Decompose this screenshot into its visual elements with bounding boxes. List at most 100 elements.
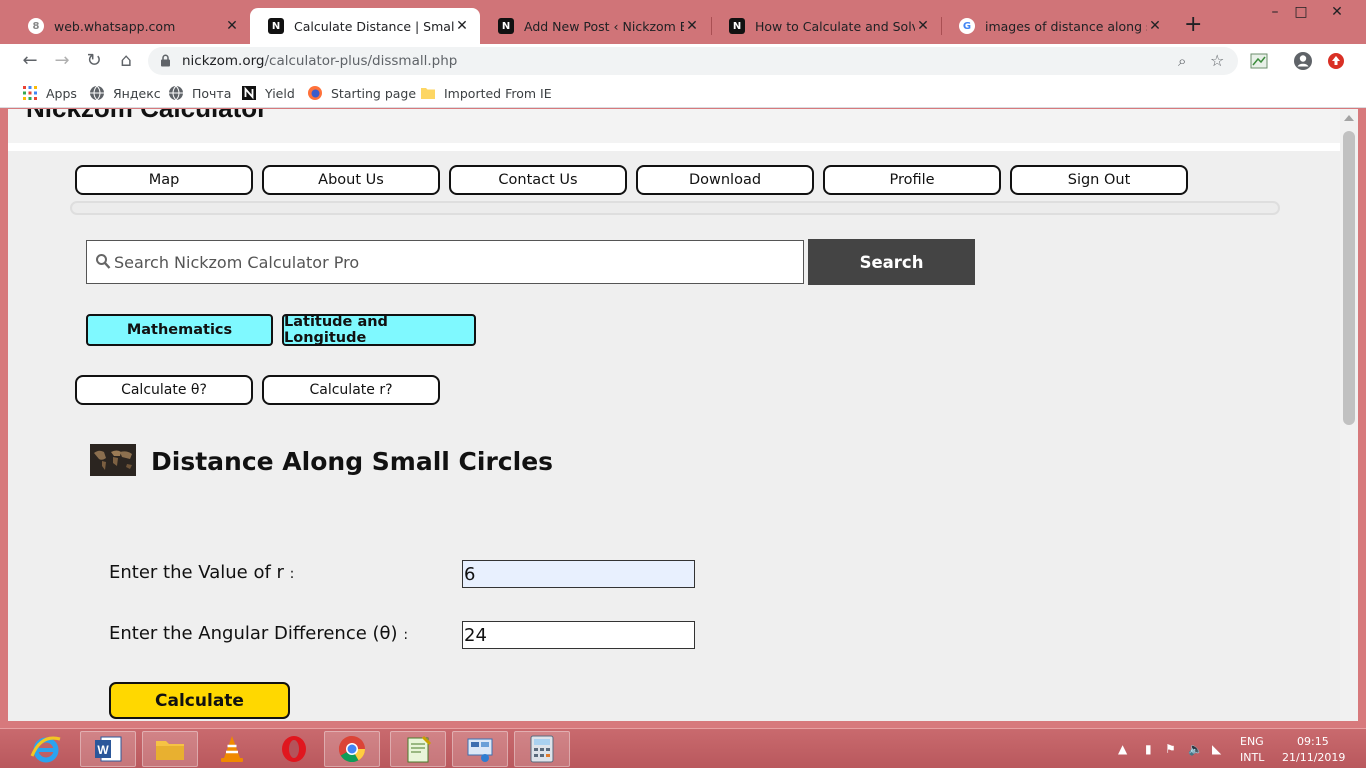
page-title: Distance Along Small Circles	[151, 447, 554, 476]
tab-title: How to Calculate and Solve for	[755, 18, 915, 34]
search-button[interactable]: Search	[808, 239, 975, 285]
nickzom-icon: N	[268, 18, 284, 34]
scrollbar-thumb[interactable]	[1343, 131, 1355, 425]
battery-icon[interactable]: ▮	[1145, 742, 1152, 756]
opera-icon[interactable]	[266, 731, 322, 767]
site-logo[interactable]: Nickzom Calculator	[26, 109, 267, 124]
clock-time[interactable]: 09:15	[1297, 735, 1329, 748]
nav-sign-out[interactable]: Sign Out	[1010, 165, 1188, 195]
globe-icon	[90, 85, 104, 101]
tab-how-to-calculate[interactable]: N How to Calculate and Solve for ✕	[711, 8, 941, 44]
google-icon: G	[959, 18, 975, 34]
vlc-cone-icon	[221, 736, 243, 762]
r-label-text: Enter the Value of r	[109, 562, 284, 583]
tab-google-images[interactable]: G images of distance along small ✕	[941, 8, 1173, 44]
bookmark-yandex[interactable]: Яндекс	[89, 85, 161, 101]
windows-taskbar: W ▲ ▮ ⚑ 🔈 ◣ ENG INTL 09:15 21/11/2019	[0, 728, 1366, 768]
nav-contact-us[interactable]: Contact Us	[449, 165, 627, 195]
vlc-icon[interactable]	[204, 731, 260, 767]
nav-download[interactable]: Download	[636, 165, 814, 195]
bookmark-yield[interactable]: Yield	[241, 85, 295, 101]
nav-map[interactable]: Map	[75, 165, 253, 195]
update-icon[interactable]	[1325, 50, 1347, 72]
volume-icon[interactable]: 🔈	[1188, 742, 1203, 756]
calculator-app-icon[interactable]	[514, 731, 570, 767]
calculator-icon	[530, 735, 554, 763]
extension-icon[interactable]	[1248, 50, 1270, 72]
link-calculate-r[interactable]: Calculate r?	[262, 375, 440, 405]
keyboard-layout-indicator[interactable]: INTL	[1240, 751, 1264, 764]
maximize-icon[interactable]: □	[1284, 0, 1318, 26]
angular-difference-input[interactable]	[462, 621, 695, 649]
close-icon[interactable]: ✕	[1147, 18, 1163, 34]
bookmark-star-icon[interactable]: ☆	[1210, 51, 1224, 70]
network-icon[interactable]: ◣	[1212, 742, 1221, 756]
bookmark-imported-from-ie[interactable]: Imported From IE	[420, 85, 552, 101]
address-bar[interactable]: nickzom.org/calculator-plus/dissmall.php…	[148, 47, 1238, 75]
site-header: Nickzom Calculator	[8, 109, 1340, 143]
nav-about-us[interactable]: About Us	[262, 165, 440, 195]
link-calculate-theta[interactable]: Calculate θ?	[75, 375, 253, 405]
url-host: nickzom.org	[182, 53, 265, 69]
nickzom-icon: N	[729, 18, 745, 34]
nav-divider-bar	[70, 201, 1280, 215]
file-explorer-icon[interactable]	[142, 731, 198, 767]
reload-icon[interactable]: ↻	[82, 50, 106, 72]
bookmark-pochta[interactable]: Почта	[168, 85, 231, 101]
calculate-button[interactable]: Calculate	[109, 682, 290, 719]
home-icon[interactable]: ⌂	[114, 50, 138, 72]
tab-title: Add New Post ‹ Nickzom Blog —	[524, 18, 684, 34]
svg-text:W: W	[97, 743, 109, 757]
apps-grid-icon	[23, 86, 37, 100]
bookmark-label: Яндекс	[113, 85, 161, 101]
url-text: nickzom.org/calculator-plus/dissmall.php	[182, 53, 457, 69]
control-panel-app-icon[interactable]	[452, 731, 508, 767]
chrome-icon[interactable]	[324, 731, 380, 767]
notion-icon	[242, 86, 256, 100]
search-placeholder: Search Nickzom Calculator Pro	[114, 253, 360, 272]
zoom-icon[interactable]: ⌕	[1178, 52, 1186, 70]
bookmark-label: Starting page	[331, 85, 417, 101]
header-divider	[8, 143, 1340, 151]
close-icon[interactable]: ✕	[454, 18, 470, 34]
label-colon: :	[289, 566, 295, 582]
back-arrow-icon[interactable]: ←	[18, 50, 42, 72]
forward-arrow-icon[interactable]: →	[50, 50, 74, 72]
notepad-app-icon[interactable]	[390, 731, 446, 767]
close-icon[interactable]: ✕	[915, 18, 931, 34]
clock-date[interactable]: 21/11/2019	[1282, 751, 1345, 764]
flag-icon[interactable]: ⚑	[1165, 742, 1176, 756]
search-icon	[96, 254, 111, 269]
profile-icon[interactable]	[1292, 50, 1314, 72]
close-icon[interactable]: ✕	[224, 18, 240, 34]
show-hidden-icons-icon[interactable]: ▲	[1118, 742, 1127, 756]
tab-whatsapp[interactable]: 8 web.whatsapp.com ✕	[10, 8, 250, 44]
firefox-icon	[308, 86, 322, 100]
tab-calculate-distance[interactable]: N Calculate Distance | Small Circle ✕	[250, 8, 480, 44]
new-tab-button[interactable]: +	[1184, 14, 1202, 36]
theta-label-text: Enter the Angular Difference (θ)	[109, 623, 398, 644]
scroll-up-arrow-icon[interactable]	[1344, 115, 1354, 121]
window-close-icon[interactable]: ✕	[1320, 0, 1354, 26]
opera-logo-icon	[282, 736, 306, 762]
bookmark-label: Imported From IE	[444, 85, 552, 101]
category-mathematics[interactable]: Mathematics	[86, 314, 273, 346]
tab-title: Calculate Distance | Small Circle	[294, 18, 454, 34]
nickzom-icon: N	[498, 18, 514, 34]
language-indicator[interactable]: ENG	[1240, 735, 1264, 748]
chrome-logo-icon	[338, 735, 366, 763]
close-icon[interactable]: ✕	[684, 18, 700, 34]
tab-add-new-post[interactable]: N Add New Post ‹ Nickzom Blog — ✕	[480, 8, 710, 44]
search-input[interactable]: Search Nickzom Calculator Pro	[86, 240, 804, 284]
nav-profile[interactable]: Profile	[823, 165, 1001, 195]
bookmark-apps[interactable]: Apps	[22, 85, 77, 101]
word-icon[interactable]: W	[80, 731, 136, 767]
bookmark-label: Yield	[265, 85, 295, 101]
bookmark-starting-page[interactable]: Starting page	[307, 85, 416, 101]
r-value-input[interactable]	[462, 560, 695, 588]
page-scrollbar[interactable]	[1340, 109, 1358, 721]
whatsapp-icon: 8	[28, 18, 44, 34]
label-colon: :	[403, 627, 409, 643]
internet-explorer-icon[interactable]	[18, 731, 74, 767]
category-latitude-longitude[interactable]: Latitude and Longitude	[282, 314, 476, 346]
